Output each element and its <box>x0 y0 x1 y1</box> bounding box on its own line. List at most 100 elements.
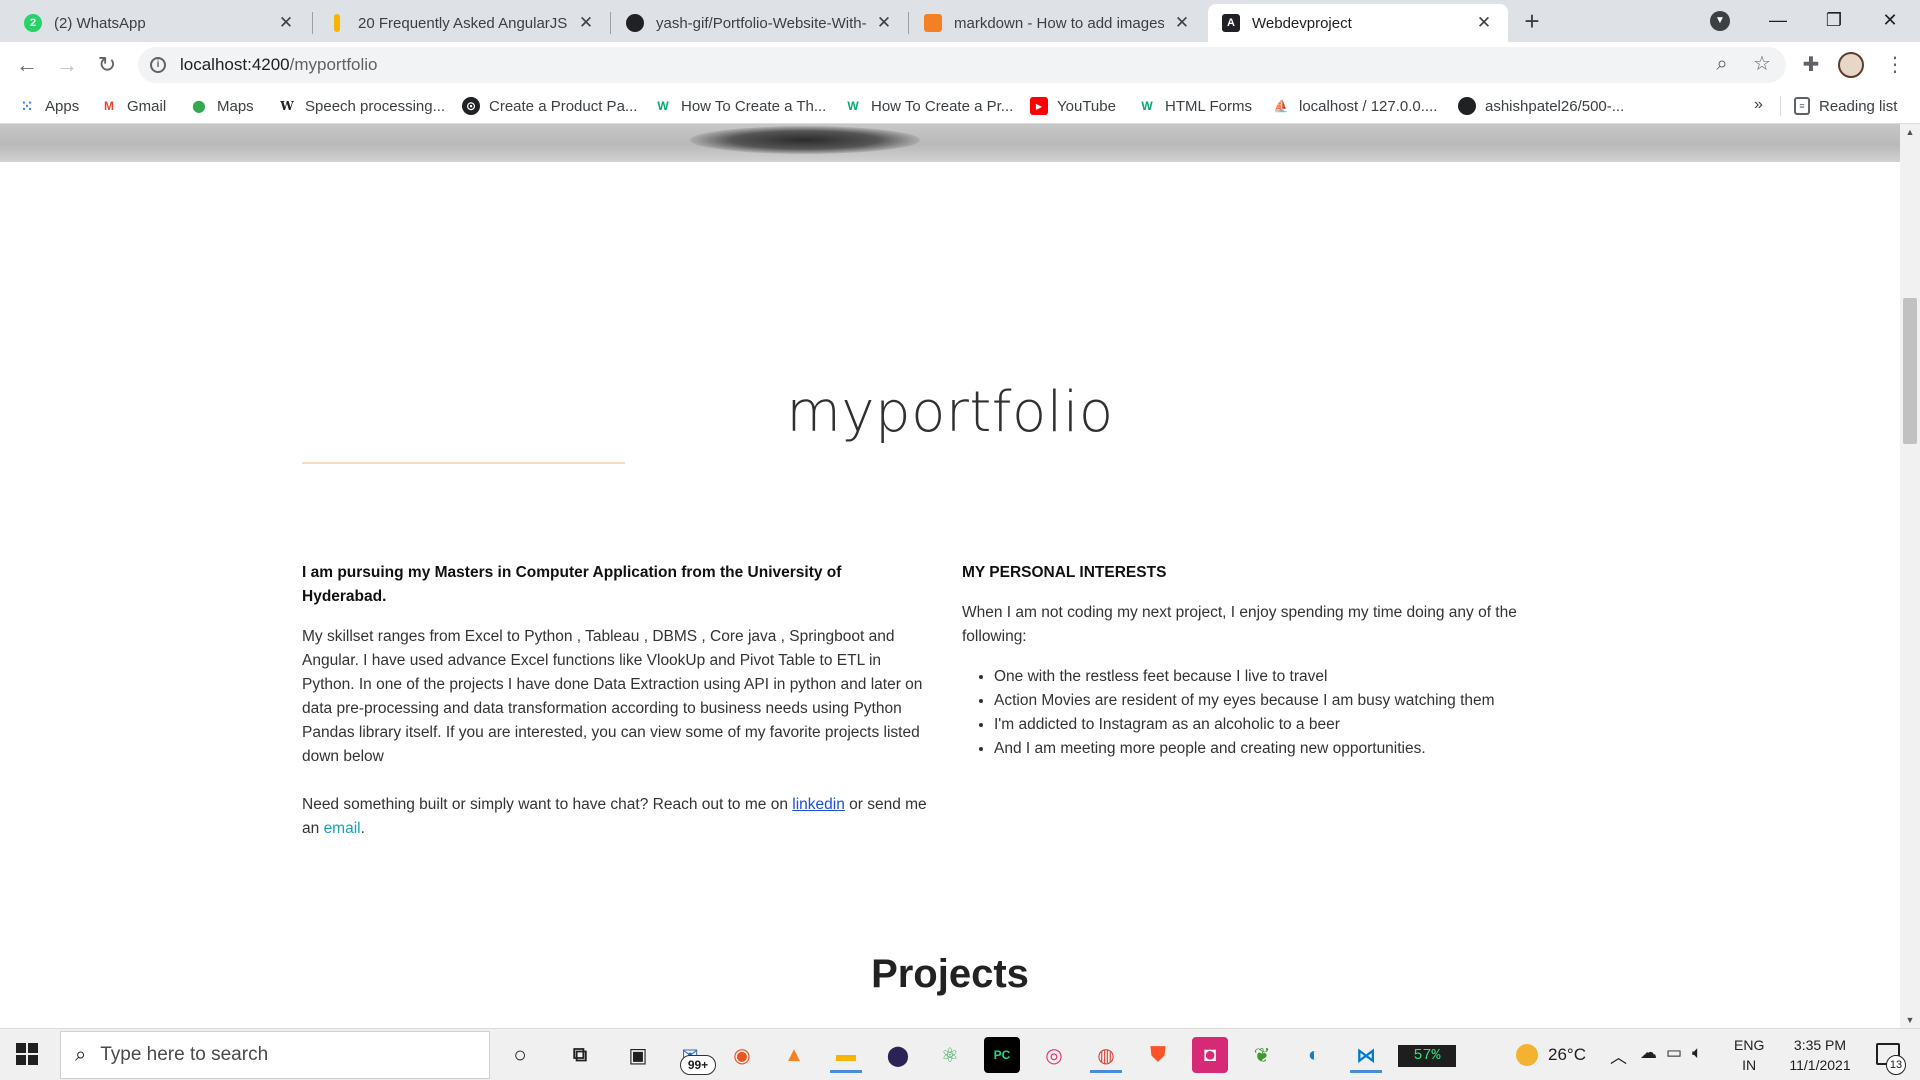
battery-icon[interactable]: ▭ <box>1666 1043 1682 1063</box>
zoom-icon[interactable]: ⌕ <box>1710 52 1734 76</box>
close-window-button[interactable]: ✕ <box>1870 6 1910 34</box>
bookmark-gmail[interactable]: M Gmail <box>100 94 166 118</box>
onedrive-icon[interactable]: ☁ <box>1640 1043 1657 1063</box>
email-link[interactable]: email <box>324 820 361 837</box>
language-indicator[interactable]: ENG IN <box>1734 1035 1764 1075</box>
bookmark-label: HTML Forms <box>1165 97 1252 115</box>
reload-button[interactable]: ↻ <box>92 50 122 80</box>
windows-taskbar: ⌕ Type here to search ○ ⧉ ▣ ✉ 99+ ◉ ▲ ▬ … <box>0 1028 1920 1080</box>
start-button[interactable] <box>16 1043 38 1065</box>
brave-icon[interactable]: ⛊ <box>1140 1037 1176 1073</box>
pycharm-icon[interactable]: PC <box>984 1037 1020 1073</box>
whatsapp-icon: 2 <box>24 14 42 32</box>
reading-list-label: Reading list <box>1819 97 1898 115</box>
store-icon[interactable]: ▣ <box>620 1037 656 1073</box>
edge-icon[interactable]: ◐ <box>1296 1037 1332 1073</box>
ubuntu-icon[interactable]: ◉ <box>724 1037 760 1073</box>
atom-icon[interactable]: ⚛ <box>932 1037 968 1073</box>
tab-whatsapp[interactable]: 2 (2) WhatsApp ✕ <box>10 4 310 42</box>
taskbar-search-box[interactable]: ⌕ Type here to search <box>60 1031 490 1079</box>
bookmark-label: Apps <box>45 97 80 115</box>
instagram-icon[interactable]: ◘ <box>1192 1037 1228 1073</box>
tab-stackoverflow[interactable]: markdown - How to add images ✕ <box>910 4 1206 42</box>
extensions-icon[interactable]: ✚ <box>1796 50 1826 80</box>
bookmark-youtube[interactable]: ▶ YouTube <box>1030 94 1116 118</box>
scrollbar-thumb[interactable] <box>1903 298 1917 444</box>
wikipedia-icon: W <box>280 99 294 113</box>
tab-github-portfolio[interactable]: yash-gif/Portfolio-Website-With- ✕ <box>612 4 908 42</box>
bookmark-product-page[interactable]: ⊙ Create a Product Pa... <box>462 94 637 118</box>
show-hidden-icons-icon[interactable]: ︿ <box>1610 1043 1627 1068</box>
profile-avatar[interactable] <box>1838 52 1864 78</box>
tab-title: (2) WhatsApp <box>54 14 146 32</box>
active-indicator <box>1350 1070 1382 1073</box>
page-title: myportfolio <box>786 380 1114 445</box>
temperature: 26°C <box>1548 1045 1586 1064</box>
maps-pin-icon: ⬤ <box>192 99 206 113</box>
bookmark-label: Gmail <box>127 97 167 115</box>
system-clock[interactable]: 3:35 PM 11/1/2021 <box>1778 1035 1862 1075</box>
list-item: And I am meeting more people and creatin… <box>994 737 1562 761</box>
region-code: IN <box>1742 1057 1757 1073</box>
bookmark-star-icon[interactable]: ☆ <box>1750 52 1774 76</box>
task-view-icon[interactable]: ⧉ <box>562 1037 598 1073</box>
volume-icon[interactable]: 🔈︎ <box>1692 1043 1702 1063</box>
apps-grid-icon: ⁙ <box>21 97 33 114</box>
battery-monitor[interactable]: 57% <box>1398 1045 1456 1067</box>
interests-title: MY PERSONAL INTERESTS <box>962 564 1167 581</box>
w3schools-icon: W <box>657 99 669 113</box>
title-underline <box>302 462 625 464</box>
bookmark-label: How To Create a Pr... <box>871 97 1014 115</box>
restore-button[interactable]: ❐ <box>1814 6 1854 34</box>
menu-kebab-icon[interactable]: ⋮ <box>1880 50 1910 80</box>
cortana-icon[interactable]: ○ <box>502 1037 538 1073</box>
bookmark-localhost[interactable]: ⛵ localhost / 127.0.0.... <box>1272 94 1438 118</box>
clock-date: 11/1/2021 <box>1789 1057 1851 1073</box>
address-bar[interactable]: i localhost:4200/myportfolio ⌕ ☆ <box>138 47 1786 83</box>
vlc-icon[interactable]: ▲ <box>776 1037 812 1073</box>
bookmark-apps[interactable]: ⁙ Apps <box>18 94 79 118</box>
close-tab-icon[interactable]: ✕ <box>276 13 296 33</box>
tab-angularjs-faq[interactable]: 20 Frequently Asked AngularJS In ✕ <box>314 4 610 42</box>
scroll-down-arrow-icon[interactable]: ▼ <box>1900 1012 1920 1028</box>
file-explorer-icon[interactable]: ▬ <box>828 1037 864 1073</box>
list-item: One with the restless feet because I liv… <box>994 665 1562 689</box>
minimize-button[interactable]: — <box>1758 6 1798 34</box>
list-item: I'm addicted to Instagram as an alcoholi… <box>994 713 1562 737</box>
new-tab-button[interactable]: + <box>1518 8 1546 36</box>
address-url[interactable]: localhost:4200/myportfolio <box>180 55 378 75</box>
close-tab-icon[interactable]: ✕ <box>1172 13 1192 33</box>
bookmark-speech-processing[interactable]: W Speech processing... <box>278 94 445 118</box>
chrome-icon[interactable]: ◍ <box>1088 1037 1124 1073</box>
bookmark-html-forms[interactable]: W HTML Forms <box>1138 94 1252 118</box>
bookmark-maps[interactable]: ⬤ Maps <box>190 94 253 118</box>
close-tab-icon[interactable]: ✕ <box>874 13 894 33</box>
close-tab-icon[interactable]: ✕ <box>576 13 596 33</box>
page-viewport: myportfolio I am pursuing my Masters in … <box>0 124 1900 1028</box>
contact-suffix: . <box>360 820 365 837</box>
linkedin-link[interactable]: linkedin <box>792 796 845 813</box>
anaconda-icon[interactable]: ◎ <box>1036 1037 1072 1073</box>
bookmark-ashishpatel[interactable]: ashishpatel26/500-... <box>1458 94 1624 118</box>
tab-title: Webdevproject <box>1252 14 1352 32</box>
weather-widget[interactable]: 26°C <box>1516 1044 1586 1066</box>
scroll-up-arrow-icon[interactable]: ▲ <box>1900 124 1920 140</box>
eclipse-icon[interactable]: ⬤ <box>880 1037 916 1073</box>
spring-tool-icon[interactable]: ❦ <box>1244 1037 1280 1073</box>
tab-search-icon[interactable]: ▼ <box>1710 11 1730 31</box>
tab-title: markdown - How to add images <box>954 14 1164 32</box>
page-scrollbar[interactable]: ▲ ▼ <box>1900 124 1920 1028</box>
vscode-icon[interactable]: ⋈ <box>1348 1037 1384 1073</box>
bookmark-w3-1[interactable]: W How To Create a Th... <box>654 94 826 118</box>
forward-button[interactable]: → <box>52 50 82 80</box>
close-tab-icon[interactable]: ✕ <box>1474 13 1494 33</box>
bookmark-label: How To Create a Th... <box>681 97 827 115</box>
tab-webdevproject[interactable]: A Webdevproject ✕ <box>1208 4 1508 42</box>
bookmark-w3-2[interactable]: W How To Create a Pr... <box>844 94 1013 118</box>
site-info-icon[interactable]: i <box>150 57 166 73</box>
reading-list-button[interactable]: ≡ Reading list <box>1794 94 1897 118</box>
more-bookmarks-button[interactable]: » <box>1754 96 1763 114</box>
back-button[interactable]: ← <box>12 50 42 80</box>
about-column: I am pursuing my Masters in Computer App… <box>302 561 927 865</box>
youtube-icon: ▶ <box>1030 97 1048 115</box>
